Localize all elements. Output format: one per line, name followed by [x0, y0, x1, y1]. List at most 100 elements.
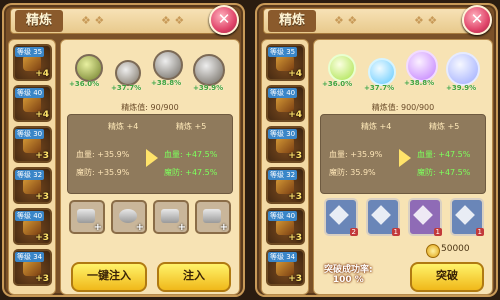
- orb-icon[interactable]: [193, 54, 225, 86]
- equipment-slot[interactable]: 等级 40 +3: [266, 208, 305, 245]
- scroll-icon: [77, 209, 95, 223]
- refine-orbs: +36.0% +37.7% +38.8% +39.9%: [320, 46, 486, 100]
- add-icon: +: [177, 222, 186, 233]
- close-button[interactable]: ✕: [209, 5, 239, 35]
- stat-next: 魔防: +47.5%: [417, 168, 471, 177]
- equipment-slot[interactable]: 等级 30 +3: [266, 126, 305, 163]
- card-count: 2: [349, 228, 358, 236]
- ornament-icon: ❖ ❖: [414, 14, 438, 27]
- ornament-icon: ❖ ❖: [334, 14, 358, 27]
- title-bar: 精炼 ❖ ❖ ❖ ❖ ✕: [263, 5, 492, 35]
- ornament-icon: ❖ ❖: [161, 14, 185, 27]
- success-rate: 突破成功率: 100 %: [324, 262, 373, 285]
- breakthrough-card[interactable]: 1: [408, 198, 442, 236]
- material-slot[interactable]: +: [69, 200, 105, 234]
- gold-amount: 50000: [441, 244, 470, 254]
- refine-value: 精炼值: 900/900: [371, 103, 435, 112]
- card-count: 1: [475, 228, 484, 236]
- stat-current: 魔防: 35.9%: [329, 168, 376, 177]
- refine-level: +4: [288, 110, 302, 120]
- equipment-list: 等级 35 +4 等级 40 +4 等级 30 +3 等级 32 +3 等级 40 +3 …: [261, 39, 309, 295]
- orb-percent: +36.0%: [322, 80, 353, 88]
- level-badge: 等级 40: [268, 211, 298, 221]
- close-button[interactable]: ✕: [462, 5, 492, 35]
- success-rate-label: 突破成功率:: [324, 265, 373, 275]
- next-refine-level: 精炼 +5: [176, 122, 207, 131]
- level-badge: 等级 40: [268, 88, 298, 98]
- orb-icon[interactable]: [406, 50, 438, 82]
- stat-current: 血量: +35.9%: [329, 150, 383, 159]
- card-count: 1: [391, 228, 400, 236]
- refine-level: +3: [35, 274, 49, 284]
- equipment-slot[interactable]: 等级 32 +3: [266, 167, 305, 204]
- orb-icon[interactable]: [446, 52, 480, 86]
- current-refine-level: 精炼 +4: [108, 122, 139, 131]
- equipment-slot[interactable]: 等级 30 +3: [13, 126, 52, 163]
- equipment-slot[interactable]: 等级 35 +4: [266, 44, 305, 81]
- refine-value: 精炼值: 90/900: [121, 103, 179, 112]
- ore-icon: [161, 209, 179, 223]
- stat-next: 血量: +47.5%: [164, 150, 218, 159]
- equipment-slot[interactable]: 等级 32 +3: [13, 167, 52, 204]
- level-badge: 等级 34: [268, 252, 298, 262]
- level-badge: 等级 35: [15, 47, 45, 57]
- stats-box: 精炼 +4 精炼 +5 血量: +35.9% 魔防: 35.9% 血量: +47…: [320, 114, 486, 194]
- level-badge: 等级 32: [268, 170, 298, 180]
- rune-icon: [413, 205, 433, 225]
- refine-panel-left: 精炼 ❖ ❖ ❖ ❖ ✕ 等级 35 +4 等级 40 +4 等级 30 +3 等级 …: [2, 3, 245, 297]
- orb-percent: +37.7%: [364, 84, 395, 92]
- material-slot[interactable]: +: [111, 200, 147, 234]
- refine-level: +3: [35, 233, 49, 243]
- orb-icon[interactable]: [328, 54, 356, 82]
- refine-level: +3: [288, 274, 302, 284]
- panel-title: 精炼: [15, 10, 63, 32]
- success-rate-value: 100 %: [332, 275, 364, 285]
- refine-level: +3: [288, 233, 302, 243]
- rune-icon: [455, 205, 475, 225]
- stat-current: 血量: +35.9%: [76, 150, 130, 159]
- equipment-slot[interactable]: 等级 40 +4: [13, 85, 52, 122]
- breakthrough-card[interactable]: 1: [366, 198, 400, 236]
- ornament-icon: ❖ ❖: [81, 14, 105, 27]
- gold-coin-icon: [426, 244, 440, 258]
- orb-percent: +36.0%: [69, 80, 100, 88]
- equipment-slot[interactable]: 等级 35 +4: [13, 44, 52, 81]
- equipment-slot[interactable]: 等级 40 +4: [266, 85, 305, 122]
- orb-icon[interactable]: [153, 50, 183, 80]
- orb-percent: +37.7%: [111, 84, 142, 92]
- pot-icon: [203, 209, 221, 223]
- breakthrough-card[interactable]: 2: [324, 198, 358, 236]
- material-slot[interactable]: +: [195, 200, 231, 234]
- stat-next: 魔防: +47.5%: [164, 168, 218, 177]
- arrow-right-icon: [399, 149, 411, 167]
- orb-icon[interactable]: [368, 58, 396, 86]
- rune-icon: [329, 205, 349, 225]
- refine-level: +3: [288, 192, 302, 202]
- breakthrough-button[interactable]: 突破: [410, 262, 484, 292]
- refine-level: +4: [35, 69, 49, 79]
- orb-icon[interactable]: [75, 54, 103, 82]
- arrow-right-icon: [146, 149, 158, 167]
- next-refine-level: 精炼 +5: [429, 122, 460, 131]
- equipment-slot[interactable]: 等级 40 +3: [13, 208, 52, 245]
- add-icon: +: [135, 222, 144, 233]
- equipment-slot[interactable]: 等级 34 +3: [13, 249, 52, 286]
- equipment-slot[interactable]: 等级 34 +3: [266, 249, 305, 286]
- orb-icon[interactable]: [115, 60, 141, 86]
- equipment-list: 等级 35 +4 等级 40 +4 等级 30 +3 等级 32 +3 等级 40 +3 …: [8, 39, 56, 295]
- refine-panel-right: 精炼 ❖ ❖ ❖ ❖ ✕ 等级 35 +4 等级 40 +4 等级 30 +3 等级 …: [255, 3, 498, 297]
- refine-main: +36.0% +37.7% +38.8% +39.9% 精炼值: 900/900…: [313, 39, 493, 295]
- material-slot[interactable]: +: [153, 200, 189, 234]
- inject-button[interactable]: 注入: [157, 262, 231, 292]
- one-click-inject-button[interactable]: 一键注入: [71, 262, 147, 292]
- orb-percent: +39.9%: [446, 84, 477, 92]
- panel-title: 精炼: [268, 10, 316, 32]
- level-badge: 等级 40: [15, 88, 45, 98]
- level-badge: 等级 30: [268, 129, 298, 139]
- refine-level: +4: [35, 110, 49, 120]
- refine-level: +4: [288, 69, 302, 79]
- breakthrough-card[interactable]: 1: [450, 198, 484, 236]
- refine-level: +3: [288, 151, 302, 161]
- ring-icon: [119, 209, 137, 223]
- level-badge: 等级 40: [15, 211, 45, 221]
